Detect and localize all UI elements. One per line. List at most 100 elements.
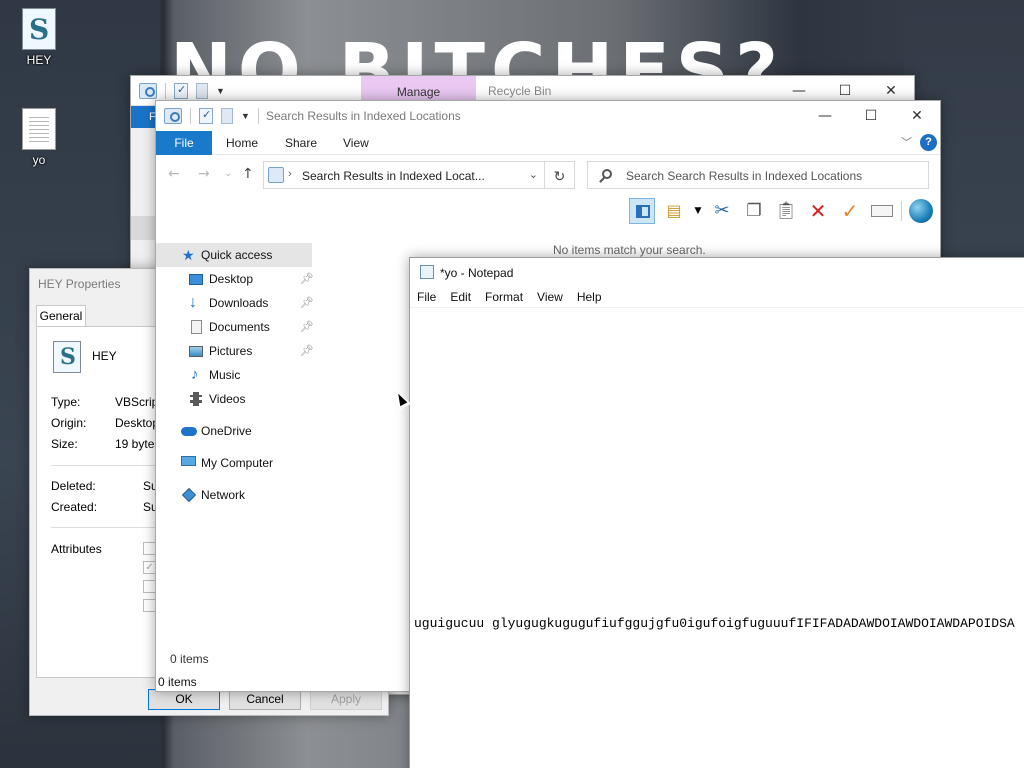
cut-icon: ✂	[714, 200, 730, 221]
tab-manage[interactable]: Manage	[361, 76, 476, 102]
properties-icon: ▤	[666, 201, 682, 220]
tab-file[interactable]: File	[156, 131, 212, 155]
network-icon	[181, 487, 197, 503]
menu-help[interactable]: Help	[570, 286, 609, 307]
download-arrow-icon: ↓	[189, 294, 197, 311]
address-bar[interactable]: › Search Results in Indexed Locat... ⌄	[263, 161, 545, 189]
origin-value: Desktop	[115, 416, 160, 430]
film-icon	[190, 392, 202, 406]
window-title: *yo - Notepad	[440, 266, 514, 280]
properties-button[interactable]: ▤	[661, 198, 687, 224]
new-folder-icon[interactable]	[196, 83, 208, 99]
nav-pane-selection	[131, 216, 157, 240]
pictures-icon	[189, 346, 203, 357]
maximize-button[interactable]: ☐	[848, 101, 894, 131]
window-title: Search Results in Indexed Locations	[266, 109, 461, 123]
globe-button[interactable]	[908, 198, 934, 224]
pin-icon: 📌︎	[300, 321, 314, 333]
tab-file[interactable]: F	[131, 106, 157, 128]
desktop-icon-label: HEY	[26, 53, 52, 67]
navigation-pane: ★ Quick access Desktop 📌︎ ↓ Downloads 📌︎…	[156, 243, 314, 683]
sidebar-item-label: My Computer	[201, 456, 274, 470]
help-icon[interactable]: ?	[920, 134, 937, 151]
music-note-icon: ♪	[191, 366, 199, 383]
menu-edit[interactable]: Edit	[443, 286, 478, 307]
desktop-icon-label: yo	[32, 153, 46, 167]
notepad-titlebar[interactable]: *yo - Notepad	[410, 258, 1024, 286]
chevron-down-icon[interactable]: ▼	[216, 86, 225, 96]
sidebar-item-label: Quick access	[201, 248, 273, 262]
notepad-window: *yo - Notepad File Edit Format View Help…	[409, 257, 1024, 768]
properties-icon[interactable]	[199, 108, 213, 124]
sidebar-item-label: Desktop	[209, 272, 254, 286]
sidebar-item-quick-access[interactable]: ★ Quick access	[156, 243, 312, 267]
minimize-button[interactable]: —	[802, 101, 848, 131]
explorer-titlebar[interactable]: ▼ Search Results in Indexed Locations — …	[156, 101, 940, 131]
tab-general[interactable]: General	[36, 305, 86, 327]
notepad-icon	[420, 265, 434, 279]
close-button[interactable]: ✕	[894, 101, 940, 131]
created-label: Created:	[51, 500, 98, 514]
size-label: Size:	[51, 437, 78, 451]
sidebar-item-label: OneDrive	[201, 424, 252, 438]
cut-button[interactable]: ✂	[709, 198, 735, 224]
sidebar-item-label: Network	[201, 488, 246, 502]
menu-view[interactable]: View	[530, 286, 570, 307]
star-icon: ★	[182, 247, 195, 263]
apply-button[interactable]: Apply	[310, 689, 382, 710]
type-label: Type:	[51, 395, 81, 409]
file-name: HEY	[92, 349, 117, 363]
tab-home[interactable]: Home	[226, 131, 258, 155]
preview-pane-button[interactable]	[629, 198, 655, 224]
ok-button[interactable]: OK	[148, 689, 220, 710]
ribbon-tabs: File Home Share View ﹀ ?	[156, 131, 940, 155]
text-file-icon	[22, 108, 56, 150]
delete-button[interactable]: ✕	[805, 198, 831, 224]
desktop-icon-yo[interactable]: yo	[9, 108, 69, 167]
rename-button[interactable]	[869, 198, 895, 224]
expand-ribbon-icon[interactable]: ﹀	[901, 134, 912, 150]
tab-share[interactable]: Share	[285, 131, 317, 155]
checkmark-button[interactable]: ✓	[837, 198, 863, 224]
menu-file[interactable]: File	[410, 286, 443, 307]
desktop-icon-hey[interactable]: S HEY	[9, 8, 69, 67]
rename-icon	[871, 205, 893, 217]
sidebar-item-label: Pictures	[209, 344, 253, 358]
paste-button[interactable]: 📋︎	[773, 198, 799, 224]
chevron-down-icon[interactable]: ▼	[241, 111, 250, 121]
window-title: Recycle Bin	[488, 84, 552, 98]
new-folder-icon[interactable]	[221, 108, 233, 124]
menu-format[interactable]: Format	[478, 286, 530, 307]
back-arrow-icon[interactable]: ←	[168, 166, 180, 182]
up-arrow-icon[interactable]: ↑	[242, 166, 254, 182]
pin-icon: 📌︎	[300, 345, 314, 357]
copy-button[interactable]: ❐	[741, 198, 767, 224]
documents-icon	[191, 320, 202, 334]
chevron-right-icon[interactable]: ›	[288, 168, 292, 180]
delete-icon: ✕	[809, 199, 827, 223]
recycle-bin-icon	[139, 83, 157, 99]
tab-view[interactable]: View	[343, 131, 369, 155]
forward-arrow-icon[interactable]: →	[198, 166, 210, 182]
refresh-button[interactable]: ↻	[545, 161, 575, 189]
address-text: Search Results in Indexed Locat...	[302, 169, 485, 183]
status-item-count-back: 0 items	[158, 675, 197, 689]
quick-access-toolbar: ▼	[164, 107, 259, 125]
chevron-down-icon[interactable]: ⌄	[529, 168, 538, 181]
search-input[interactable]	[626, 167, 916, 185]
sidebar-item-label: Music	[209, 368, 241, 382]
properties-icon[interactable]	[174, 83, 188, 99]
cancel-button[interactable]: Cancel	[229, 689, 301, 710]
status-item-count: 0 items	[170, 652, 209, 666]
notepad-text-area[interactable]: uguigucuu glyugugkugugufiufggujgfu0igufo…	[414, 616, 1015, 631]
address-row: ← → ⌄ ↑ › Search Results in Indexed Loca…	[156, 159, 940, 193]
pin-icon: 📌︎	[300, 297, 314, 309]
search-box[interactable]	[587, 161, 929, 189]
sidebar-item-label: Videos	[209, 392, 246, 406]
recent-locations-icon[interactable]: ⌄	[224, 168, 232, 179]
search-folder-icon	[164, 108, 182, 124]
origin-label: Origin:	[51, 416, 87, 430]
size-value: 19 bytes	[115, 437, 161, 451]
deleted-label: Deleted:	[51, 479, 96, 493]
properties-dropdown[interactable]: ▼	[693, 198, 703, 224]
